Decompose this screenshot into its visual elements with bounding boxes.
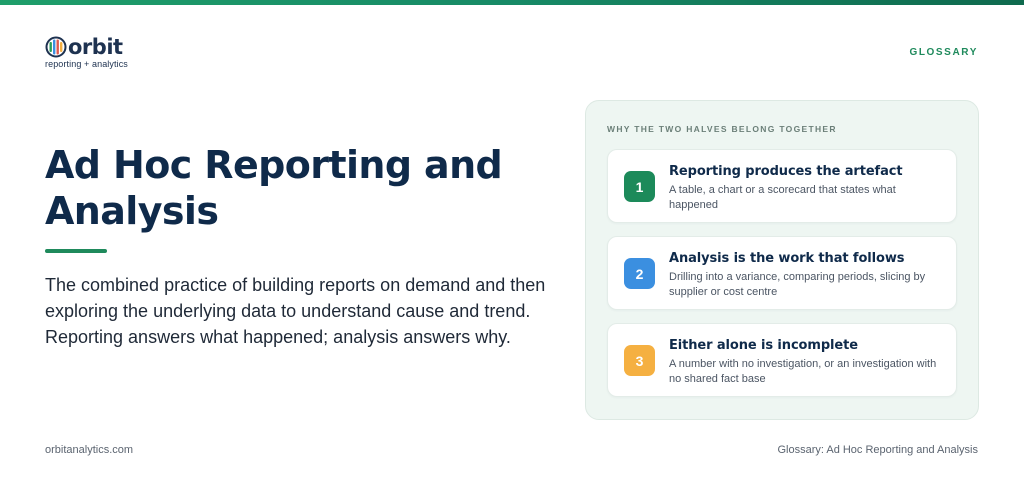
brand-tagline: reporting + analytics bbox=[45, 59, 128, 69]
number-badge-1: 1 bbox=[624, 171, 655, 202]
explainer-card-3: 3 Either alone is incomplete A number wi… bbox=[607, 323, 957, 397]
footer-page-label: Glossary: Ad Hoc Reporting and Analysis bbox=[777, 444, 978, 456]
number-badge-2: 2 bbox=[624, 258, 655, 289]
explainer-card-2: 2 Analysis is the work that follows Dril… bbox=[607, 236, 957, 310]
explainer-panel: WHY THE TWO HALVES BELONG TOGETHER 1 Rep… bbox=[585, 100, 979, 420]
card-description: Drilling into a variance, comparing peri… bbox=[669, 271, 926, 298]
section-label: GLOSSARY bbox=[909, 47, 978, 58]
page-title: Ad Hoc Reporting and Analysis bbox=[45, 143, 503, 233]
logo-row: orbit bbox=[45, 36, 128, 58]
definition-text: The combined practice of building report… bbox=[45, 275, 546, 347]
footer-website[interactable]: orbitanalytics.com bbox=[45, 444, 133, 456]
orbit-globe-icon bbox=[45, 36, 67, 58]
card-description: A number with no investigation, or an in… bbox=[669, 358, 937, 385]
card-description: A table, a chart or a scorecard that sta… bbox=[669, 184, 896, 211]
explainer-card-1: 1 Reporting produces the artefact A tabl… bbox=[607, 149, 957, 223]
brand-logo[interactable]: orbit reporting + analytics bbox=[45, 36, 128, 69]
title-underline bbox=[45, 249, 107, 253]
panel-heading: WHY THE TWO HALVES BELONG TOGETHER bbox=[607, 124, 837, 134]
card-title: Analysis is the work that follows bbox=[669, 251, 905, 266]
card-title: Either alone is incomplete bbox=[669, 338, 858, 353]
number-badge-3: 3 bbox=[624, 345, 655, 376]
top-accent-bar bbox=[0, 0, 1024, 5]
card-title: Reporting produces the artefact bbox=[669, 164, 903, 179]
brand-name: orbit bbox=[68, 35, 123, 59]
